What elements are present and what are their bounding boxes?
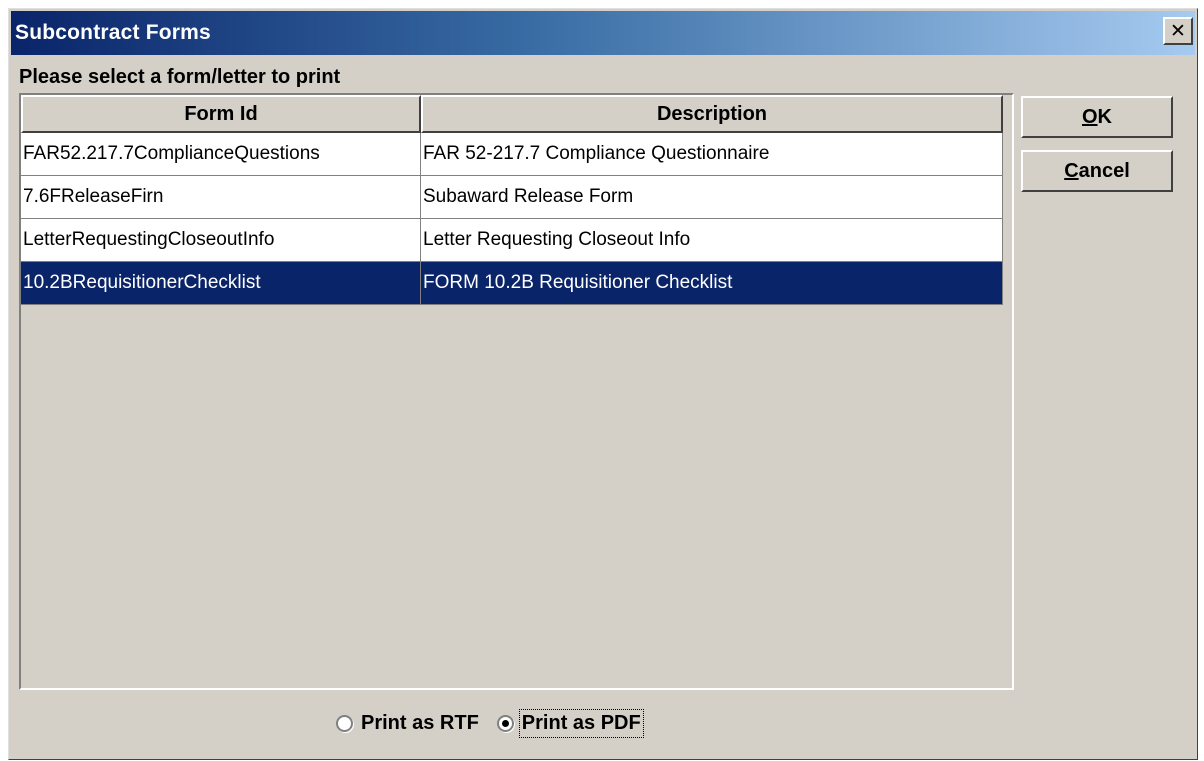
- print-rtf-label[interactable]: Print as RTF: [361, 712, 479, 735]
- print-pdf-label[interactable]: Print as PDF: [518, 708, 644, 738]
- print-rtf-option[interactable]: Print as RTF: [336, 712, 479, 735]
- form-id-cell[interactable]: FAR52.217.7ComplianceQuestions: [21, 133, 421, 176]
- cancel-accelerator: C: [1064, 159, 1079, 182]
- table-row[interactable]: LetterRequestingCloseoutInfo Letter Requ…: [21, 219, 1003, 262]
- form-id-cell[interactable]: 7.6FReleaseFirn: [21, 176, 421, 219]
- radio-selected-dot: [501, 719, 509, 727]
- table-row-selected[interactable]: 10.2BRequisitionerChecklist FORM 10.2B R…: [21, 262, 1003, 305]
- radio-button-rtf[interactable]: [336, 714, 353, 732]
- column-header-form-id[interactable]: Form Id: [21, 95, 421, 133]
- forms-grid[interactable]: Form Id Description FAR52.217.7Complianc…: [19, 93, 1014, 690]
- description-cell[interactable]: Letter Requesting Closeout Info: [421, 219, 1003, 262]
- description-cell[interactable]: FORM 10.2B Requisitioner Checklist: [421, 262, 1003, 305]
- form-id-cell[interactable]: 10.2BRequisitionerChecklist: [21, 262, 421, 305]
- title-bar[interactable]: Subcontract Forms ✕: [11, 11, 1195, 55]
- window-title: Subcontract Forms: [15, 21, 211, 44]
- close-button[interactable]: ✕: [1163, 17, 1193, 45]
- cancel-label-rest: ancel: [1078, 159, 1130, 182]
- instruction-label: Please select a form/letter to print: [19, 66, 341, 88]
- ok-accelerator: O: [1081, 105, 1098, 128]
- subcontract-forms-dialog: Subcontract Forms ✕ Please select a form…: [8, 8, 1198, 760]
- radio-button-pdf[interactable]: [496, 714, 514, 732]
- description-cell[interactable]: FAR 52-217.7 Compliance Questionnaire: [421, 133, 1003, 176]
- table-row[interactable]: 7.6FReleaseFirn Subaward Release Form: [21, 176, 1003, 219]
- table-row[interactable]: FAR52.217.7ComplianceQuestions FAR 52-21…: [21, 133, 1003, 176]
- print-pdf-option[interactable]: Print as PDF: [496, 708, 644, 738]
- grid-header: Form Id Description: [21, 95, 1003, 133]
- grid-rows: FAR52.217.7ComplianceQuestions FAR 52-21…: [21, 133, 1003, 305]
- ok-label-rest: K: [1097, 105, 1112, 128]
- cancel-button[interactable]: Cancel: [1021, 150, 1173, 192]
- ok-button[interactable]: OK: [1021, 96, 1173, 138]
- form-id-cell[interactable]: LetterRequestingCloseoutInfo: [21, 219, 421, 262]
- description-cell[interactable]: Subaward Release Form: [421, 176, 1003, 219]
- column-header-description[interactable]: Description: [421, 95, 1003, 133]
- close-icon: ✕: [1170, 20, 1186, 42]
- print-format-group: Print as RTF Print as PDF: [336, 707, 659, 739]
